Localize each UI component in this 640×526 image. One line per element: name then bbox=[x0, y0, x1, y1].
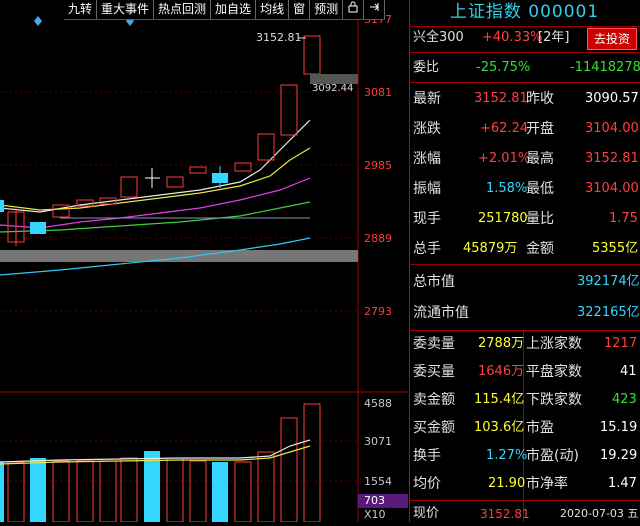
quote-label: 涨跌 bbox=[413, 121, 441, 137]
ma-line-yellow bbox=[0, 147, 311, 211]
float-value: 322165亿 bbox=[577, 305, 640, 320]
quote-label: 最新 bbox=[413, 91, 441, 107]
market-value: 392174亿 bbox=[577, 274, 640, 289]
kline-svg bbox=[0, 0, 408, 523]
stat-value: 423 bbox=[612, 392, 637, 407]
quote-value: 45879万 bbox=[463, 241, 518, 256]
kline-chart[interactable] bbox=[0, 0, 408, 523]
stat-value: 115.4亿 bbox=[474, 392, 525, 407]
weibi-diff: -11418278 bbox=[570, 60, 640, 75]
weibi-value: -25.75% bbox=[476, 60, 531, 75]
price-tag: 3092.44 bbox=[312, 83, 354, 94]
stat-label: 市盈 bbox=[526, 420, 554, 436]
sector-label: 兴全300 bbox=[413, 30, 464, 45]
toolbar-jiuzhuan[interactable]: 九转 bbox=[64, 0, 98, 19]
stat-value: 2788万 bbox=[478, 336, 525, 351]
quote-label: 最低 bbox=[526, 181, 554, 197]
stat-label: 市净率 bbox=[526, 476, 568, 492]
quote-value: 1.58% bbox=[486, 181, 528, 196]
quote-label: 最高 bbox=[526, 151, 554, 167]
volume-axis-label: 3071 bbox=[364, 435, 392, 448]
toolbar-add-watchlist[interactable]: 加自选 bbox=[211, 0, 257, 19]
price-axis-label: 3081 bbox=[364, 86, 392, 99]
quote-value: 3104.00 bbox=[585, 121, 639, 136]
chart-toolbar: 九转 重大事件 热点回测 加自选 均线 窗 预测 bbox=[64, 0, 386, 20]
volume-value: 703 bbox=[364, 494, 385, 507]
invest-button[interactable]: 去投资 bbox=[587, 28, 637, 50]
price-axis-label: 2985 bbox=[364, 159, 392, 172]
stat-label: 均价 bbox=[413, 476, 441, 492]
quote-label: 总手 bbox=[413, 241, 441, 257]
market-value-label: 总市值 bbox=[413, 274, 455, 290]
candles bbox=[0, 35, 321, 246]
volume-axis-label: 4588 bbox=[364, 397, 392, 410]
quote-label: 开盘 bbox=[526, 121, 554, 137]
quote-label: 现手 bbox=[413, 211, 441, 227]
quote-label: 振幅 bbox=[413, 181, 441, 197]
quote-value: +62.24 bbox=[480, 121, 529, 136]
stat-value: 103.6亿 bbox=[474, 420, 525, 435]
toolbar-window[interactable]: 窗 bbox=[289, 0, 311, 19]
quote-label: 涨幅 bbox=[413, 151, 441, 167]
stat-value: 1217 bbox=[604, 336, 638, 351]
quote-label: 金额 bbox=[526, 241, 554, 257]
quote-value: 3090.57 bbox=[585, 91, 639, 106]
price-axis-label: 2889 bbox=[364, 232, 392, 245]
stat-value: 19.29 bbox=[600, 448, 638, 463]
volume-axis-label: 1554 bbox=[364, 475, 392, 488]
stat-label: 上涨家数 bbox=[526, 336, 582, 352]
quote-value: +2.01% bbox=[478, 151, 531, 166]
volume-unit: X10 bbox=[364, 508, 386, 521]
stat-label: 委卖量 bbox=[413, 336, 455, 352]
stat-label: 换手 bbox=[413, 448, 441, 464]
ma-line-magenta bbox=[0, 177, 311, 229]
expand-icon[interactable] bbox=[364, 0, 386, 19]
quote-value: 3152.81 bbox=[474, 91, 528, 106]
stat-label: 卖金额 bbox=[413, 392, 455, 408]
stat-value: 1.47 bbox=[608, 476, 637, 491]
index-title: 上证指数 000001 bbox=[449, 2, 600, 22]
stat-value: 15.19 bbox=[600, 420, 638, 435]
sector-value: +40.33% bbox=[482, 30, 543, 45]
toolbar-hotspot-backtest[interactable]: 热点回测 bbox=[154, 0, 212, 19]
stat-value: 21.90 bbox=[488, 476, 526, 491]
stat-label: 市盈(动) bbox=[526, 448, 579, 464]
sector-period: [2年] bbox=[538, 30, 570, 45]
stat-label: 委买量 bbox=[413, 364, 455, 380]
weibi-label: 委比 bbox=[413, 60, 440, 75]
toolbar-major-events[interactable]: 重大事件 bbox=[97, 0, 155, 19]
quote-value: 3152.81 bbox=[585, 151, 639, 166]
quote-value: 1.75 bbox=[609, 211, 638, 226]
event-marker bbox=[34, 16, 42, 26]
quote-value: 3104.00 bbox=[585, 181, 639, 196]
quote-label: 量比 bbox=[526, 211, 554, 227]
quote-value: 251780 bbox=[478, 211, 528, 226]
stat-value: 1.27% bbox=[486, 448, 528, 463]
toolbar-ma[interactable]: 均线 bbox=[256, 0, 290, 19]
stat-label: 买金额 bbox=[413, 420, 455, 436]
toolbar-forecast[interactable]: 预测 bbox=[310, 0, 344, 19]
quote-value: 5355亿 bbox=[592, 241, 639, 256]
quote-label: 昨收 bbox=[526, 91, 554, 107]
lock-icon[interactable] bbox=[343, 0, 365, 19]
stat-label: 下跌家数 bbox=[526, 392, 582, 408]
stat-value: 1646万 bbox=[478, 364, 525, 379]
float-value-label: 流通市值 bbox=[413, 305, 469, 321]
stat-label: 平盘家数 bbox=[526, 364, 582, 380]
high-price-label: 3152.81 bbox=[256, 31, 302, 44]
gap-band bbox=[0, 250, 358, 262]
price-axis-label: 2793 bbox=[364, 305, 392, 318]
stat-value: 41 bbox=[620, 364, 637, 379]
